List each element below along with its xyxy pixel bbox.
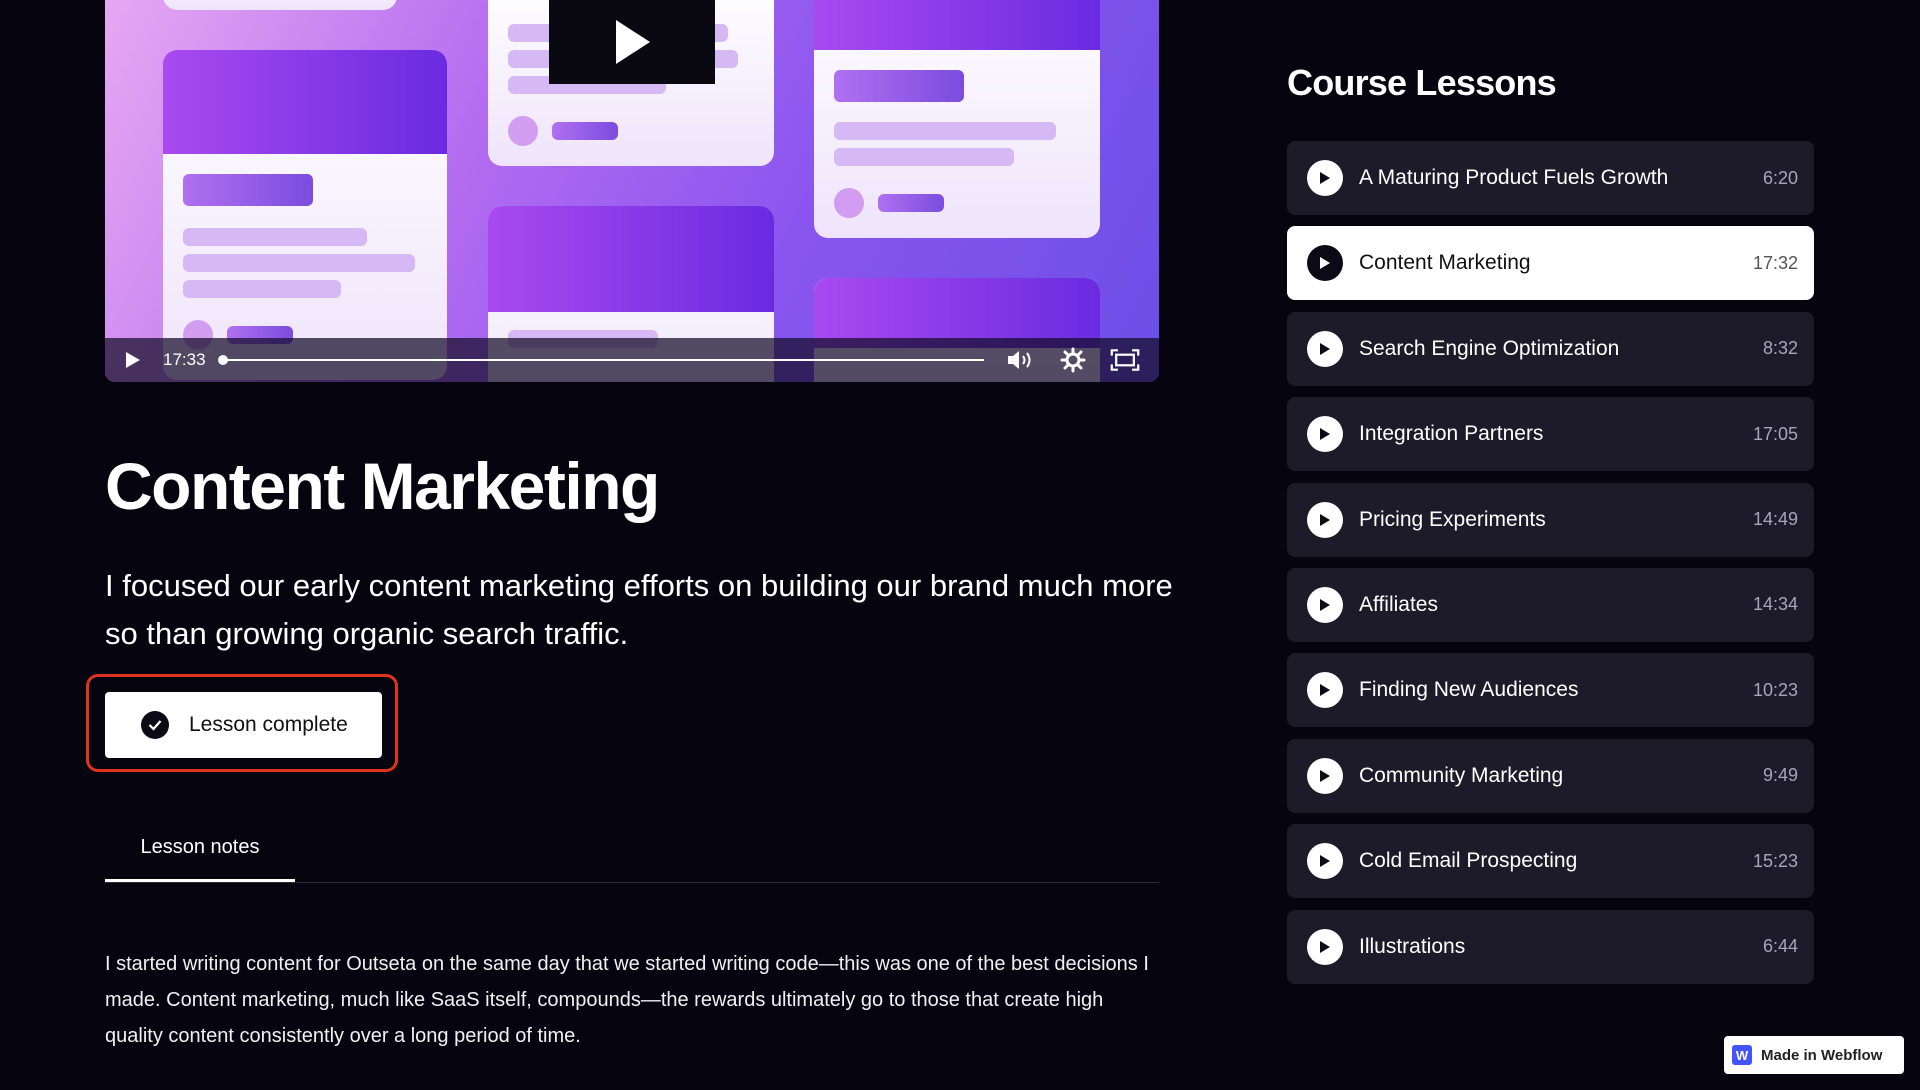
play-circle-icon	[1307, 672, 1343, 709]
play-circle-icon	[1307, 160, 1343, 196]
control-play-button[interactable]	[125, 350, 145, 370]
lesson-duration: 15:23	[1752, 850, 1798, 871]
fullscreen-button[interactable]	[1110, 345, 1140, 375]
lesson-duration: 10:23	[1752, 679, 1798, 700]
lesson-name: Integration Partners	[1359, 422, 1544, 446]
play-circle-icon	[1307, 928, 1343, 965]
lesson-duration: 14:49	[1752, 509, 1798, 530]
lesson-duration: 6:20	[1762, 167, 1798, 188]
tab-label: Lesson notes	[140, 836, 260, 858]
gear-icon	[1060, 347, 1086, 373]
video-time: 17:33	[163, 350, 206, 369]
lesson-tabs: Lesson notes	[105, 836, 1159, 883]
lesson-name: Search Engine Optimization	[1359, 336, 1620, 360]
lesson-name: Finding New Audiences	[1359, 678, 1579, 702]
lesson-duration: 6:44	[1762, 936, 1798, 957]
play-circle-icon	[1307, 843, 1343, 880]
settings-button[interactable]	[1058, 345, 1088, 375]
lesson-name: Pricing Experiments	[1359, 507, 1546, 531]
lesson-name: Cold Email Prospecting	[1359, 849, 1578, 873]
play-icon	[616, 20, 650, 64]
lesson-name: A Maturing Product Fuels Growth	[1359, 166, 1669, 189]
check-circle-icon	[141, 711, 169, 739]
lesson-duration: 17:05	[1752, 423, 1798, 444]
lesson-complete-button[interactable]: Lesson complete	[105, 692, 382, 758]
video-controls: 17:33	[105, 338, 1159, 382]
video-play-button[interactable]	[549, 0, 715, 84]
play-circle-icon	[1307, 501, 1343, 538]
lesson-notes-text: I started writing content for Outseta on…	[105, 953, 1149, 1047]
lesson-name: Illustrations	[1359, 934, 1466, 958]
badge-label: Made in Webflow	[1761, 1046, 1883, 1064]
lesson-item[interactable]: Affiliates 14:34	[1287, 567, 1814, 642]
volume-button[interactable]	[1006, 345, 1036, 375]
lesson-name: Content Marketing	[1359, 251, 1531, 275]
lesson-title: Content Marketing	[105, 449, 660, 523]
made-in-webflow-badge[interactable]: W Made in Webflow	[1724, 1036, 1904, 1074]
lesson-duration: 9:49	[1762, 765, 1798, 786]
lesson-name: Community Marketing	[1359, 763, 1564, 787]
lesson-duration: 14:34	[1752, 594, 1798, 615]
lesson-duration: 17:32	[1752, 252, 1798, 273]
lesson-list: A Maturing Product Fuels Growth 6:20 Con…	[1287, 141, 1814, 995]
webflow-logo-icon: W	[1732, 1045, 1752, 1065]
lesson-item[interactable]: Community Marketing 9:49	[1287, 738, 1814, 813]
play-icon	[126, 352, 140, 368]
lesson-complete-label: Lesson complete	[189, 713, 348, 736]
play-circle-icon	[1307, 330, 1343, 367]
lesson-subtitle: I focused our early content marketing ef…	[105, 568, 1173, 651]
lesson-item[interactable]: Search Engine Optimization 8:32	[1287, 311, 1814, 386]
lesson-name: Affiliates	[1359, 592, 1438, 616]
lesson-item[interactable]: Illustrations 6:44	[1287, 909, 1814, 984]
lesson-item-active[interactable]: Content Marketing 17:32	[1287, 226, 1814, 301]
play-circle-icon	[1307, 586, 1343, 623]
lesson-item[interactable]: Cold Email Prospecting 15:23	[1287, 824, 1814, 899]
play-circle-icon	[1307, 245, 1343, 282]
lesson-duration: 8:32	[1762, 338, 1798, 359]
progress-knob[interactable]	[217, 355, 228, 365]
play-circle-icon	[1307, 416, 1343, 453]
lesson-item[interactable]: Pricing Experiments 14:49	[1287, 482, 1814, 557]
fullscreen-icon	[1110, 349, 1139, 371]
lesson-item[interactable]: A Maturing Product Fuels Growth 6:20	[1287, 141, 1814, 215]
video-player[interactable]: 17:33	[105, 0, 1159, 382]
volume-icon	[1007, 351, 1031, 369]
lesson-item[interactable]: Finding New Audiences 10:23	[1287, 653, 1814, 728]
video-progress-bar[interactable]	[217, 355, 984, 365]
play-circle-icon	[1307, 757, 1343, 794]
course-lessons-title: Course Lessons	[1287, 62, 1557, 103]
tab-lesson-notes[interactable]: Lesson notes	[105, 836, 295, 882]
lesson-item[interactable]: Integration Partners 17:05	[1287, 397, 1814, 472]
